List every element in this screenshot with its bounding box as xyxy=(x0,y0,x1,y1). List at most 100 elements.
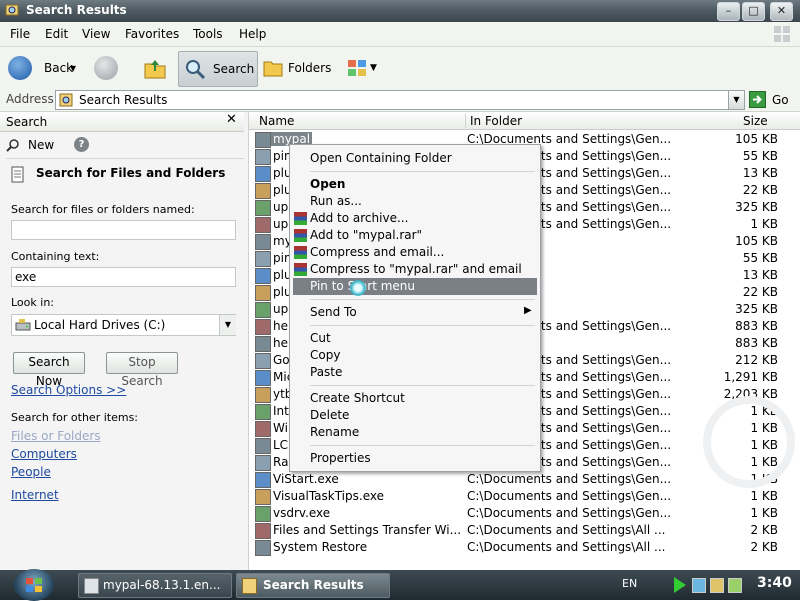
search-button[interactable]: Search xyxy=(178,51,258,87)
menu-paste[interactable]: Paste xyxy=(290,364,540,381)
language-indicator[interactable]: EN xyxy=(622,577,637,590)
folders-button[interactable]: Folders xyxy=(262,51,331,85)
lookin-select[interactable]: Local Hard Drives (C:) ▼ xyxy=(11,314,236,336)
column-size[interactable]: Size xyxy=(743,114,768,128)
computers-link[interactable]: Computers xyxy=(11,447,77,461)
address-field[interactable]: Search Results xyxy=(55,90,729,110)
address-value: Search Results xyxy=(79,93,168,107)
search-icon xyxy=(186,60,206,80)
search-now-button[interactable]: Search Now xyxy=(13,352,85,388)
new-search-button[interactable]: New xyxy=(6,136,66,154)
taskbar-item-search-results[interactable]: Search Results xyxy=(236,573,390,598)
menu-compress-rar-email[interactable]: Compress to "mypal.rar" and email xyxy=(290,261,540,278)
network-icon[interactable] xyxy=(692,578,706,593)
file-icon xyxy=(255,166,271,182)
stop-search-button[interactable]: Stop Search xyxy=(106,352,178,388)
menu-help[interactable]: Help xyxy=(239,27,266,41)
table-row[interactable]: Files and Settings Transfer Wi... C:\Docu… xyxy=(249,522,800,539)
menu-add-to-archive[interactable]: Add to archive... xyxy=(290,210,540,227)
forward-arrow-icon xyxy=(94,56,118,80)
windows-flag-icon xyxy=(26,578,42,592)
menu-separator xyxy=(310,385,535,386)
menu-cut[interactable]: Cut xyxy=(290,330,540,347)
menu-properties[interactable]: Properties xyxy=(290,450,540,467)
play-icon[interactable] xyxy=(674,577,686,593)
start-button[interactable] xyxy=(14,569,54,601)
menu-copy[interactable]: Copy xyxy=(290,347,540,364)
menu-run-as[interactable]: Run as... xyxy=(290,193,540,210)
clock[interactable]: 3:40 xyxy=(757,575,792,591)
go-button[interactable]: Go xyxy=(749,90,797,110)
tray-app-icon[interactable] xyxy=(728,578,742,593)
close-pane-icon[interactable]: ✕ xyxy=(226,112,237,127)
search-options-link[interactable]: Search Options >> xyxy=(11,383,126,397)
file-name: Files and Settings Transfer Wi... xyxy=(273,523,462,537)
address-dropdown[interactable]: ▼ xyxy=(728,90,745,110)
menu-create-shortcut[interactable]: Create Shortcut xyxy=(290,390,540,407)
file-icon xyxy=(255,149,271,165)
search-window-icon xyxy=(5,4,19,16)
menu-separator xyxy=(310,171,535,172)
file-icon xyxy=(255,217,271,233)
menu-add-to-rar[interactable]: Add to "mypal.rar" xyxy=(290,227,540,244)
close-button[interactable]: ✕ xyxy=(770,2,793,21)
menu-open-containing-folder[interactable]: Open Containing Folder xyxy=(290,150,540,167)
file-icon xyxy=(255,302,271,318)
files-folders-link[interactable]: Files or Folders xyxy=(11,429,101,443)
column-folder[interactable]: In Folder xyxy=(465,114,522,128)
winrar-icon xyxy=(294,212,307,225)
filename-input[interactable] xyxy=(11,220,236,240)
lookin-dropdown-icon[interactable]: ▼ xyxy=(219,315,236,335)
table-row[interactable]: System Restore C:\Documents and Settings\… xyxy=(249,539,800,556)
minimize-button[interactable]: – xyxy=(717,2,740,21)
file-icon xyxy=(255,387,271,403)
menu-favorites[interactable]: Favorites xyxy=(125,27,179,41)
file-size: 325 KB xyxy=(735,200,778,214)
taskbar-item-mypal[interactable]: mypal-68.13.1.en... xyxy=(78,573,232,598)
menu-delete[interactable]: Delete xyxy=(290,407,540,424)
views-button[interactable]: ▼ xyxy=(346,51,377,85)
people-link[interactable]: People xyxy=(11,465,51,479)
file-size: 22 KB xyxy=(742,183,778,197)
menu-bar: File Edit View Favorites Tools Help xyxy=(0,22,800,47)
maximize-button[interactable]: □ xyxy=(742,2,765,21)
menu-compress-email[interactable]: Compress and email... xyxy=(290,244,540,261)
column-name[interactable]: Name xyxy=(259,114,294,128)
menu-pin-to-start[interactable]: Pin to Start menu xyxy=(293,278,537,295)
file-size: 22 KB xyxy=(742,285,778,299)
file-folder: C:\Documents and Settings\Gen... xyxy=(467,472,672,486)
menu-edit[interactable]: Edit xyxy=(45,27,68,41)
taskbar: mypal-68.13.1.en... Search Results EN 3:… xyxy=(0,569,800,601)
file-size: 2 KB xyxy=(750,540,778,554)
context-menu: Open Containing Folder Open Run as... Ad… xyxy=(289,144,541,472)
internet-link[interactable]: Internet xyxy=(11,488,59,502)
file-icon xyxy=(255,506,271,522)
forward-button[interactable] xyxy=(94,51,118,85)
containing-text-input[interactable]: exe xyxy=(11,267,236,287)
help-icon[interactable]: ? xyxy=(74,137,89,152)
file-size: 105 KB xyxy=(735,132,778,146)
menu-open[interactable]: Open xyxy=(290,176,540,193)
back-button[interactable]: Back xyxy=(8,51,73,85)
file-icon xyxy=(255,251,271,267)
menu-view[interactable]: View xyxy=(82,27,110,41)
lookin-value: Local Hard Drives (C:) xyxy=(34,318,166,332)
file-icon xyxy=(255,489,271,505)
taskbar-item-label: Search Results xyxy=(263,578,364,592)
file-icon xyxy=(255,523,271,539)
title-bar[interactable]: Search Results – □ ✕ xyxy=(0,0,800,22)
file-icon xyxy=(255,404,271,420)
search-results-icon xyxy=(59,93,73,107)
file-size: 13 KB xyxy=(742,166,778,180)
up-folder-button[interactable] xyxy=(143,51,167,85)
file-size: 13 KB xyxy=(742,268,778,282)
file-folder: C:\Documents and Settings\All ... xyxy=(467,523,666,537)
menu-send-to[interactable]: Send To ▶ xyxy=(290,304,540,321)
back-dropdown[interactable]: ▾ xyxy=(70,51,82,85)
file-icon xyxy=(255,353,271,369)
menu-rename[interactable]: Rename xyxy=(290,424,540,441)
menu-separator xyxy=(310,299,535,300)
menu-file[interactable]: File xyxy=(10,27,30,41)
tray-app-icon[interactable] xyxy=(710,578,724,593)
menu-tools[interactable]: Tools xyxy=(193,27,223,41)
